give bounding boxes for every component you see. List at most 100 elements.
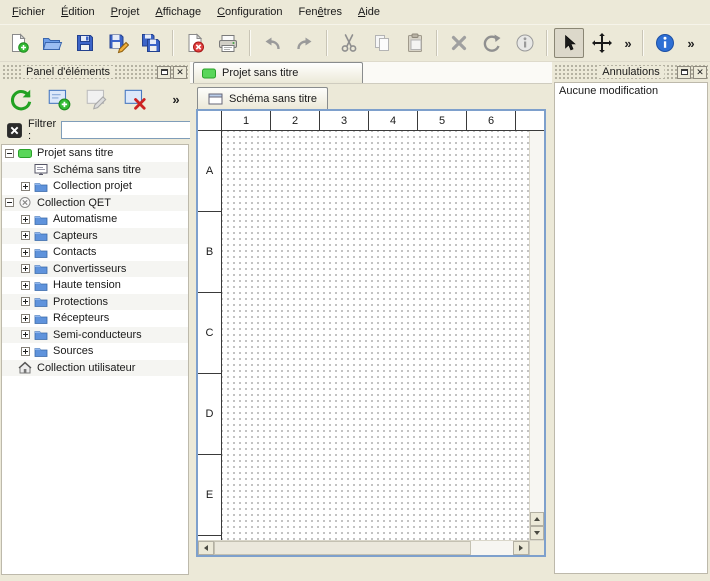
tree-item-collection-projet[interactable]: Collection projet — [2, 178, 188, 195]
menu-fichier[interactable]: Fichier — [4, 2, 53, 22]
tree-item-sources[interactable]: Sources — [2, 343, 188, 360]
elements-panel: Panel d'éléments Filtrer : Projet sans — [0, 62, 190, 576]
folder-icon — [34, 229, 50, 242]
cut-button[interactable] — [334, 28, 364, 58]
save-all-button[interactable] — [136, 28, 166, 58]
new-document-button[interactable] — [4, 28, 34, 58]
new-document-icon — [8, 32, 30, 54]
scroll-down-button[interactable] — [530, 526, 544, 540]
new-element-button[interactable] — [44, 84, 74, 114]
element-info-button[interactable] — [510, 28, 540, 58]
paste-button[interactable] — [400, 28, 430, 58]
collapse-icon[interactable] — [5, 149, 14, 158]
scroll-left-button[interactable] — [198, 541, 214, 555]
menu-aide[interactable]: Aide — [350, 2, 388, 22]
tree-item-haute-tension[interactable]: Haute tension — [2, 277, 188, 294]
clear-filter-button[interactable] — [6, 122, 23, 139]
horizontal-scroll-track[interactable] — [214, 541, 513, 555]
expand-icon[interactable] — [21, 248, 30, 257]
expand-icon[interactable] — [21, 182, 30, 191]
collapse-icon[interactable] — [5, 198, 14, 207]
horizontal-scroll-thumb[interactable] — [214, 541, 471, 555]
undo-float-button[interactable] — [677, 66, 691, 79]
tree-item-recepteurs[interactable]: Récepteurs — [2, 310, 188, 327]
menu-fenetres[interactable]: Fenêtres — [291, 2, 350, 22]
expand-icon[interactable] — [21, 314, 30, 323]
tree-item-contacts[interactable]: Contacts — [2, 244, 188, 261]
pan-tool-button[interactable] — [587, 28, 617, 58]
elements-panel-header[interactable]: Panel d'éléments — [2, 64, 188, 80]
folder-icon — [34, 246, 50, 259]
close-icon — [696, 66, 704, 78]
tree-item-schema[interactable]: Schéma sans titre — [2, 162, 188, 179]
tab-schema-sans-titre[interactable]: Schéma sans titre — [197, 87, 328, 109]
toolbar-separator — [326, 30, 328, 56]
home-icon — [18, 361, 34, 374]
save-as-icon — [107, 32, 129, 54]
undo-panel: Annulations Aucune modification — [552, 62, 710, 576]
up-arrow-icon — [534, 514, 540, 521]
float-icon — [161, 69, 168, 75]
save-as-button[interactable] — [103, 28, 133, 58]
select-tool-button[interactable] — [554, 28, 584, 58]
tree-item-collection-utilisateur[interactable]: Collection utilisateur — [2, 360, 188, 377]
menu-bar: Fichier Édition Projet Affichage Configu… — [0, 0, 710, 24]
tree-item-semi-conducteurs[interactable]: Semi-conducteurs — [2, 327, 188, 344]
column-label: 1 — [222, 111, 271, 130]
undo-icon — [261, 32, 283, 54]
folder-icon — [34, 262, 50, 275]
expand-icon[interactable] — [21, 264, 30, 273]
scroll-right-button[interactable] — [513, 541, 529, 555]
vertical-scrollbar[interactable] — [529, 131, 544, 540]
row-label: A — [198, 131, 221, 212]
elements-close-button[interactable] — [173, 66, 187, 79]
rotate-button[interactable] — [477, 28, 507, 58]
save-button[interactable] — [70, 28, 100, 58]
undo-list-item[interactable]: Aucune modification — [555, 83, 707, 99]
redo-icon — [294, 32, 316, 54]
tree-item-protections[interactable]: Protections — [2, 294, 188, 311]
horizontal-scrollbar[interactable] — [198, 541, 529, 555]
row-label: B — [198, 212, 221, 293]
expand-icon[interactable] — [21, 231, 30, 240]
elements-toolbar-extension-button[interactable] — [168, 85, 184, 113]
tree-item-capteurs[interactable]: Capteurs — [2, 228, 188, 245]
tree-item-collection-qet[interactable]: Collection QET — [2, 195, 188, 212]
print-button[interactable] — [213, 28, 243, 58]
diagram-canvas[interactable] — [222, 131, 529, 540]
copy-button[interactable] — [367, 28, 397, 58]
undo-panel-header[interactable]: Annulations — [554, 64, 708, 80]
elements-float-button[interactable] — [157, 66, 171, 79]
delete-button[interactable] — [444, 28, 474, 58]
expand-icon[interactable] — [21, 330, 30, 339]
tree-item-project[interactable]: Projet sans titre — [2, 145, 188, 162]
delete-element-button[interactable] — [120, 84, 150, 114]
undo-close-button[interactable] — [693, 66, 707, 79]
tree-item-convertisseurs[interactable]: Convertisseurs — [2, 261, 188, 278]
undo-button[interactable] — [257, 28, 287, 58]
menu-configuration[interactable]: Configuration — [209, 2, 290, 22]
menu-projet[interactable]: Projet — [103, 2, 148, 22]
about-button[interactable] — [650, 28, 680, 58]
edit-element-button[interactable] — [82, 84, 112, 114]
expand-icon[interactable] — [21, 215, 30, 224]
tree-item-automatisme[interactable]: Automatisme — [2, 211, 188, 228]
vertical-scroll-track[interactable] — [530, 131, 544, 512]
menu-edition[interactable]: Édition — [53, 2, 103, 22]
main-area: Panel d'éléments Filtrer : Projet sans — [0, 62, 710, 576]
expand-icon[interactable] — [21, 297, 30, 306]
filter-input[interactable] — [61, 121, 211, 139]
expand-icon[interactable] — [21, 281, 30, 290]
toolbar-extension-button[interactable] — [620, 29, 636, 57]
undo-panel-title: Annulations — [598, 66, 664, 78]
open-button[interactable] — [37, 28, 67, 58]
redo-button[interactable] — [290, 28, 320, 58]
toolbar-extension-button-2[interactable] — [683, 29, 699, 57]
expand-icon[interactable] — [21, 347, 30, 356]
close-file-button[interactable] — [180, 28, 210, 58]
reload-collections-button[interactable] — [6, 84, 36, 114]
scroll-up-button[interactable] — [530, 512, 544, 526]
paste-icon — [404, 32, 426, 54]
tab-projet-sans-titre[interactable]: Projet sans titre — [193, 62, 363, 83]
menu-affichage[interactable]: Affichage — [147, 2, 209, 22]
